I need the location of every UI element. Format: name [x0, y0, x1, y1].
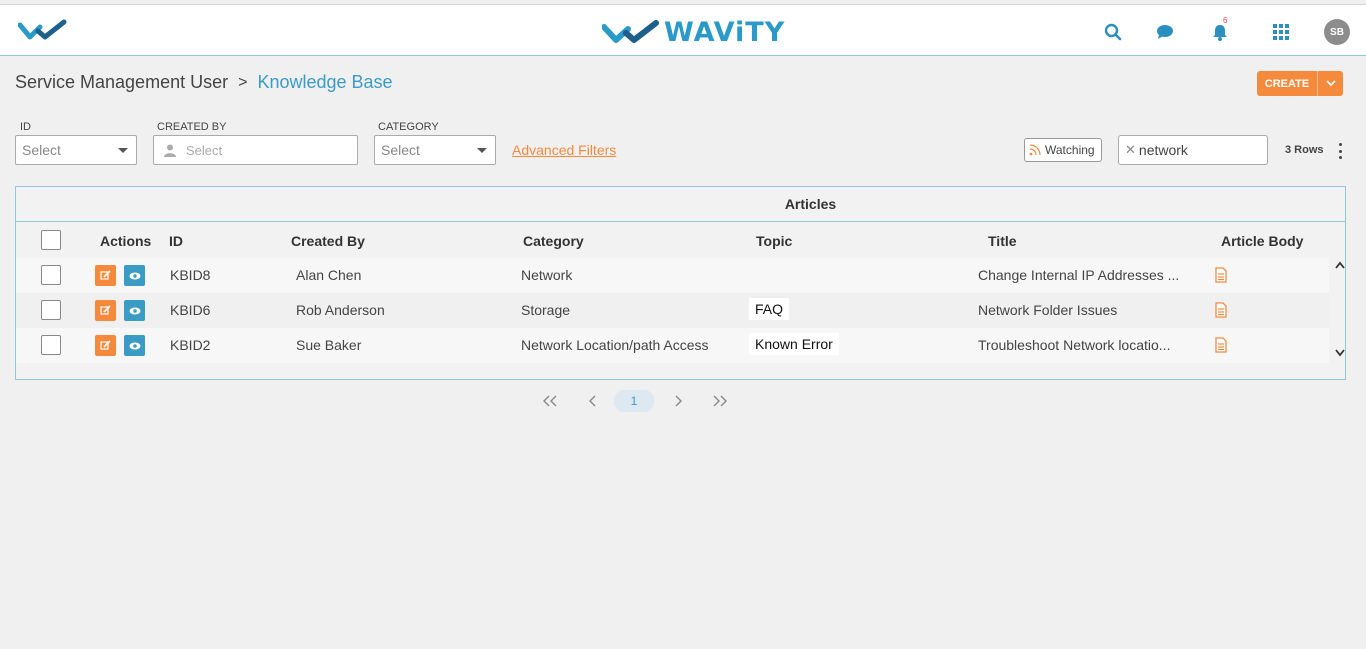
cell-title: Network Folder Issues	[978, 302, 1118, 318]
dropdown-caret-icon	[477, 148, 487, 153]
chat-icon[interactable]	[1154, 21, 1176, 43]
cell-created-by: Rob Anderson	[296, 302, 385, 318]
cell-title: Troubleshoot Network locatio...	[978, 337, 1171, 353]
cell-topic: Known Error	[749, 333, 839, 355]
edit-icon[interactable]	[95, 265, 116, 286]
table-row[interactable]: KBID6 Rob Anderson Storage FAQ Network F…	[16, 293, 1329, 328]
app-logo-icon[interactable]	[18, 19, 68, 41]
notification-count: 6	[1223, 16, 1228, 25]
last-page-icon[interactable]	[712, 395, 728, 407]
advanced-filters-link[interactable]: Advanced Filters	[512, 142, 616, 158]
clear-search-icon[interactable]: ✕	[1125, 142, 1136, 158]
scroll-down-icon[interactable]	[1334, 348, 1346, 358]
rss-icon	[1029, 144, 1041, 156]
row-checkbox[interactable]	[41, 300, 61, 320]
brand-logo: WAViTY	[602, 16, 786, 48]
breadcrumb: Service Management User > Knowledge Base	[15, 72, 393, 93]
cell-created-by: Sue Baker	[296, 337, 362, 353]
apps-grid-icon[interactable]	[1270, 21, 1292, 43]
col-id[interactable]: ID	[169, 233, 183, 249]
create-button-label: CREATE	[1264, 77, 1310, 90]
previous-page-icon[interactable]	[588, 395, 598, 407]
col-category[interactable]: Category	[523, 233, 584, 249]
category-filter-label: CATEGORY	[378, 121, 439, 133]
cell-id: KBID8	[170, 267, 211, 283]
top-header: WAViTY 6 SB	[0, 4, 1366, 56]
created-by-placeholder: Select	[186, 142, 223, 158]
article-body-document-icon[interactable]	[1215, 267, 1227, 283]
id-filter-label: ID	[20, 121, 31, 133]
current-page-number[interactable]: 1	[614, 390, 654, 412]
cell-id: KBID6	[170, 302, 211, 318]
col-topic[interactable]: Topic	[756, 233, 792, 249]
category-filter-select[interactable]: Select	[374, 135, 496, 165]
article-body-document-icon[interactable]	[1215, 302, 1227, 318]
edit-icon[interactable]	[95, 335, 116, 356]
breadcrumb-separator: >	[238, 73, 248, 91]
select-all-checkbox[interactable]	[41, 230, 61, 250]
breadcrumb-current: Knowledge Base	[257, 72, 393, 92]
cell-category: Network	[521, 267, 573, 283]
first-page-icon[interactable]	[542, 395, 558, 407]
watching-button[interactable]: Watching	[1024, 138, 1102, 162]
breadcrumb-root[interactable]: Service Management User	[15, 72, 228, 93]
row-checkbox[interactable]	[41, 335, 61, 355]
created-by-filter-input[interactable]: Select	[153, 135, 358, 165]
scroll-up-icon[interactable]	[1334, 260, 1346, 270]
search-input[interactable]: ✕ network	[1118, 135, 1268, 165]
brand-name: WAViTY	[664, 16, 786, 48]
created-by-filter-label: CREATED BY	[157, 121, 227, 133]
search-icon[interactable]	[1102, 21, 1124, 43]
cell-created-by: Alan Chen	[296, 267, 362, 283]
row-checkbox[interactable]	[41, 265, 61, 285]
cell-title: Change Internal IP Addresses ...	[978, 267, 1180, 283]
notification-bell-icon[interactable]: 6	[1209, 16, 1231, 43]
grid-header-row: Actions ID Created By Category Topic Tit…	[16, 223, 1345, 258]
cell-category: Storage	[521, 302, 571, 318]
view-icon[interactable]	[124, 265, 145, 286]
more-options-icon[interactable]	[1336, 143, 1344, 159]
user-icon	[164, 144, 176, 157]
table-row[interactable]: KBID8 Alan Chen Network Change Internal …	[16, 258, 1329, 293]
table-row[interactable]: KBID2 Sue Baker Network Location/path Ac…	[16, 328, 1329, 363]
cell-topic: FAQ	[749, 298, 790, 320]
user-avatar[interactable]: SB	[1324, 19, 1350, 45]
category-filter-value: Select	[381, 142, 420, 158]
cell-id: KBID2	[170, 337, 211, 353]
create-button[interactable]: CREATE	[1257, 71, 1343, 96]
col-article-body[interactable]: Article Body	[1221, 233, 1303, 249]
next-page-icon[interactable]	[673, 395, 683, 407]
dropdown-caret-icon	[118, 148, 128, 153]
search-value: network	[1138, 142, 1188, 158]
watching-label: Watching	[1045, 143, 1095, 157]
id-filter-select[interactable]: Select	[15, 135, 137, 165]
cell-category: Network Location/path Access	[521, 337, 709, 353]
rows-count: 3 Rows	[1285, 144, 1324, 156]
edit-icon[interactable]	[95, 300, 116, 321]
chevron-down-icon[interactable]	[1317, 71, 1343, 96]
col-title[interactable]: Title	[988, 233, 1017, 249]
id-filter-value: Select	[22, 142, 61, 158]
grid-title: Articles	[16, 187, 1345, 222]
col-actions: Actions	[100, 233, 152, 249]
brand-mark-icon	[602, 20, 659, 43]
articles-grid: Articles Actions ID Created By Category …	[15, 186, 1346, 380]
article-body-document-icon[interactable]	[1215, 337, 1227, 353]
view-icon[interactable]	[124, 300, 145, 321]
col-created-by[interactable]: Created By	[291, 233, 365, 249]
view-icon[interactable]	[124, 335, 145, 356]
